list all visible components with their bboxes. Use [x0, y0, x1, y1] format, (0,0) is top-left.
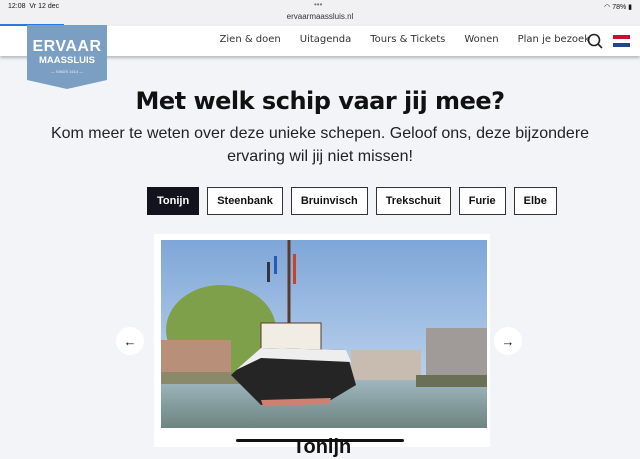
search-icon[interactable] — [587, 33, 603, 49]
nav-plan-je-bezoek[interactable]: Plan je bezoek — [518, 34, 590, 45]
status-bar: 12:08 Vr 12 dec ••• ervaarmaassluis.nl ◠… — [0, 0, 640, 26]
status-time: 12:08 Vr 12 dec — [8, 3, 60, 10]
tab-bruinvisch[interactable]: Bruinvisch — [290, 187, 368, 215]
nav-uitagenda[interactable]: Uitagenda — [300, 34, 351, 45]
page-subtitle: Kom meer te weten over deze unieke schep… — [50, 125, 590, 165]
nav-tours-tickets[interactable]: Tours & Tickets — [370, 34, 445, 45]
site-logo[interactable]: ERVAAR MAASSLUIS — SINDS 1614 — — [27, 25, 107, 89]
more-dots-icon[interactable]: ••• — [314, 0, 322, 9]
battery-status: ◠ 78% ▮ — [604, 4, 632, 11]
nav-wonen[interactable]: Wonen — [464, 34, 498, 45]
nav-zien-doen[interactable]: Zien & doen — [220, 34, 281, 45]
main-nav: Zien & doen Uitagenda Tours & Tickets Wo… — [220, 34, 590, 45]
tab-tonijn[interactable]: Tonijn — [147, 187, 200, 215]
tab-elbe[interactable]: Elbe — [513, 187, 557, 215]
home-indicator[interactable] — [236, 439, 404, 442]
carousel-next-button[interactable]: → — [494, 327, 522, 355]
ship-card: Tonijn — [154, 234, 490, 458]
tab-trekschuit[interactable]: Trekschuit — [375, 187, 451, 215]
carousel-prev-button[interactable]: ← — [116, 327, 144, 355]
page-title: Met welk schip vaar jij mee? — [135, 87, 505, 115]
ship-photo — [161, 240, 487, 428]
ship-tabs: Tonijn Steenbank Bruinvisch Trekschuit F… — [147, 187, 557, 215]
tab-furie[interactable]: Furie — [458, 187, 506, 215]
arrow-right-icon: → — [501, 333, 515, 349]
address-bar[interactable]: ervaarmaassluis.nl — [0, 12, 640, 21]
language-flag-nl-icon[interactable] — [613, 35, 630, 47]
tab-steenbank[interactable]: Steenbank — [207, 187, 283, 215]
arrow-left-icon: ← — [123, 333, 137, 349]
